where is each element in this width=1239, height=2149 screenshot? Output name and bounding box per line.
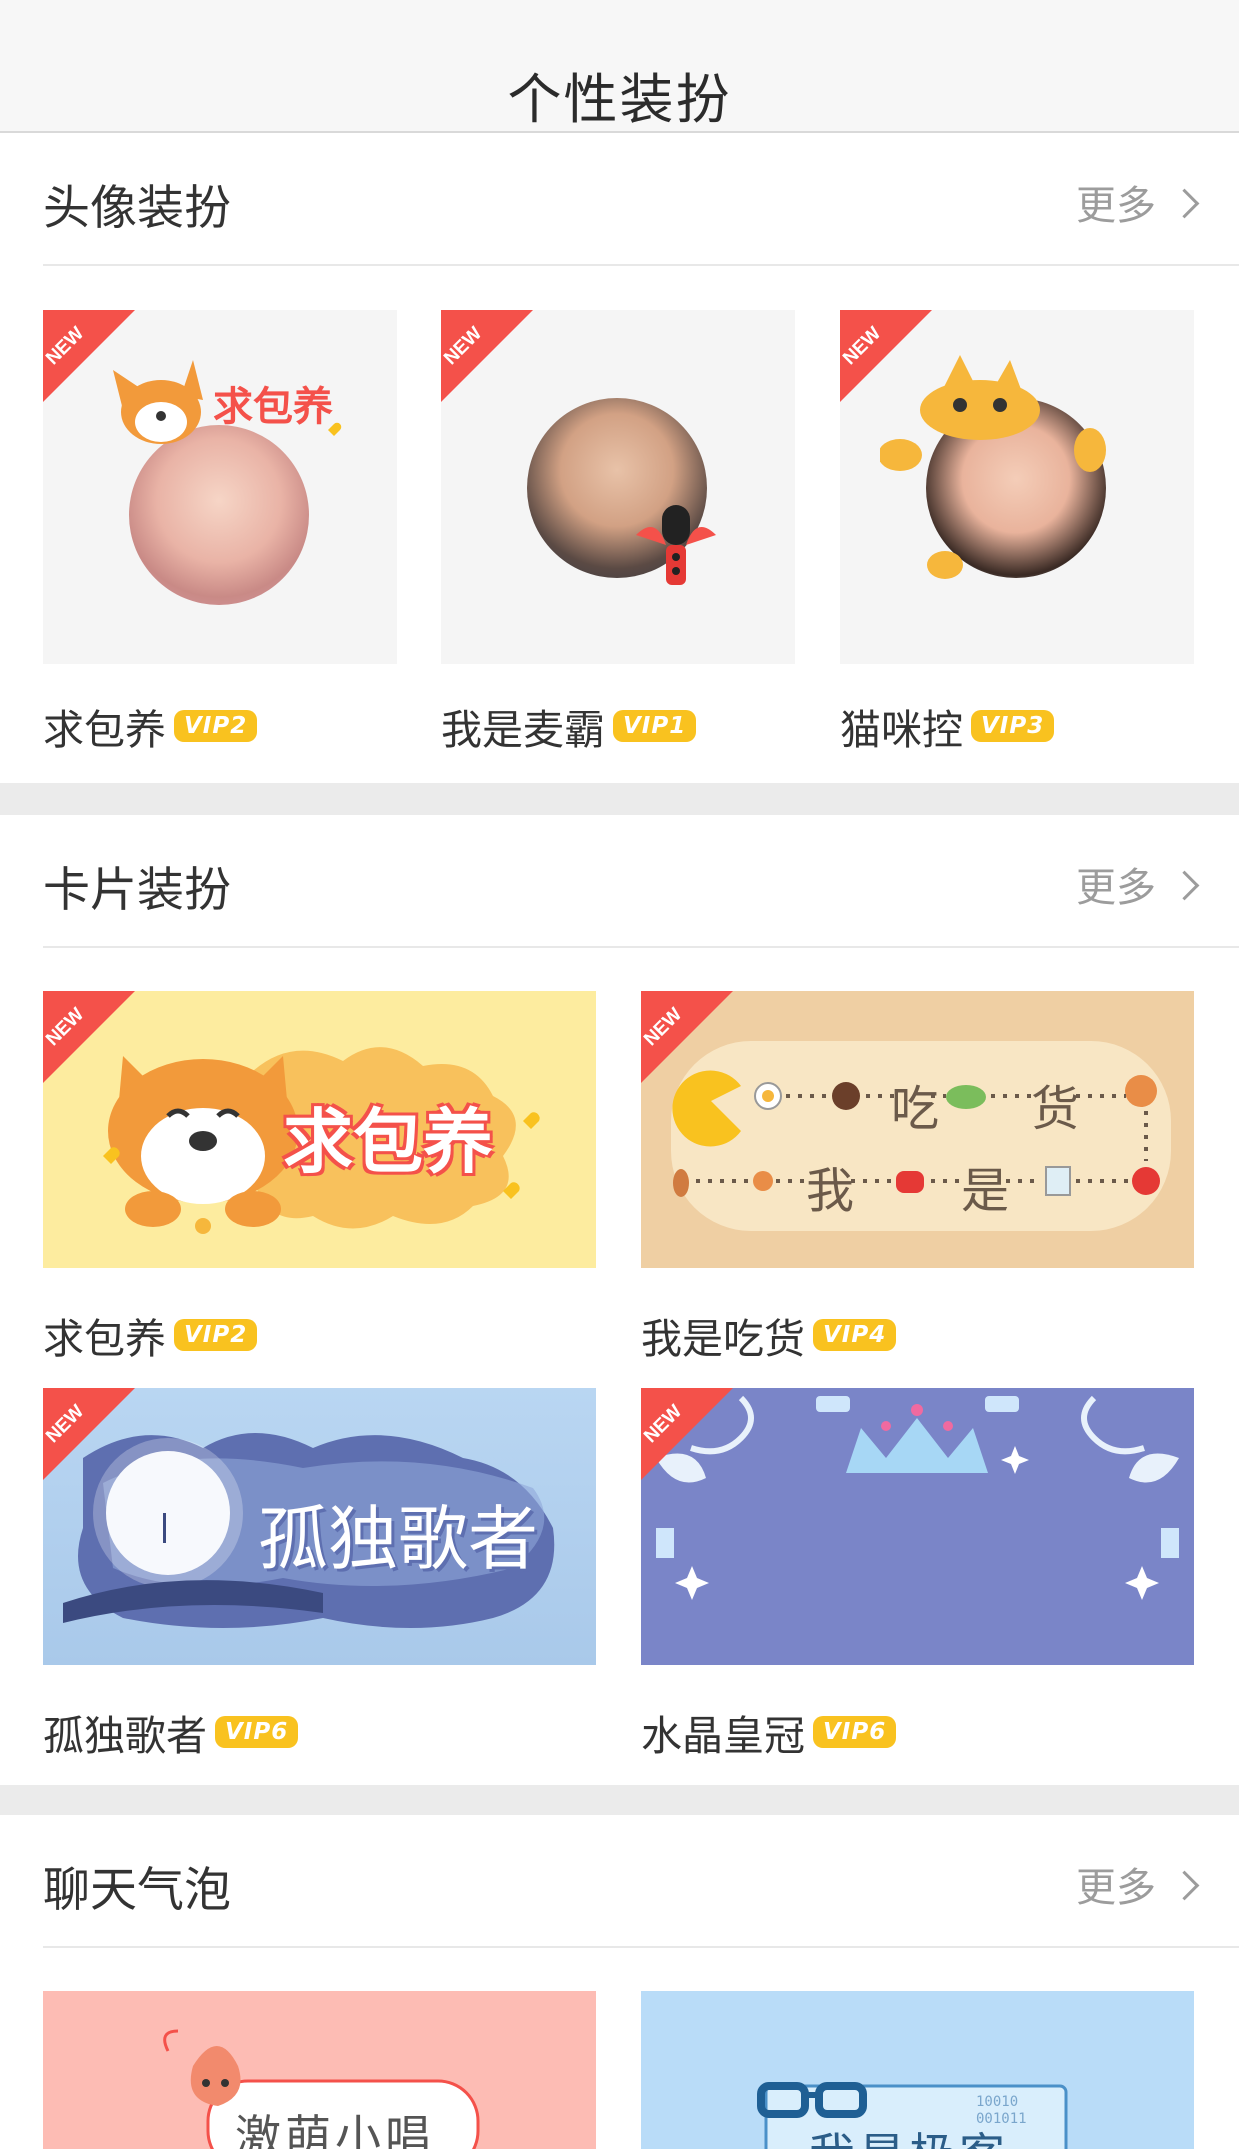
avatar-tile[interactable]: NEW — [441, 310, 795, 664]
bubble-text: 我是极客 — [809, 2119, 1009, 2149]
more-label: 更多 — [1076, 183, 1156, 229]
section-title: 聊天气泡 — [43, 1863, 231, 1918]
banner-word: 货 — [1031, 1081, 1080, 1137]
banner-text: 孤独歌者 — [258, 1498, 538, 1580]
section-header: 聊天气泡 更多 — [43, 1815, 1239, 1948]
chevron-right-icon — [1169, 870, 1200, 900]
avatar-name: 求包养 VIP2 — [43, 696, 258, 756]
chevron-right-icon — [1169, 1870, 1200, 1900]
cat-sticker-icon — [880, 355, 1106, 579]
more-label: 更多 — [1076, 865, 1156, 911]
more-button[interactable]: 更多 — [1076, 855, 1200, 913]
item-name: 求包养 — [43, 1315, 166, 1363]
banner-text: 求包养 — [283, 1100, 493, 1183]
avatar-name: 猫咪控 VIP3 — [840, 696, 1055, 756]
svg-text:10010: 10010 — [976, 2094, 1018, 2110]
vip-badge: VIP6 — [813, 1716, 897, 1748]
banner-word: 我 — [806, 1163, 855, 1219]
section-header: 卡片装扮 更多 — [43, 815, 1239, 948]
item-name: 我是吃货 — [641, 1315, 805, 1363]
banner-word: 吃 — [891, 1081, 940, 1137]
vip-badge: VIP4 — [813, 1319, 897, 1351]
page-title: 个性装扮 — [507, 68, 732, 131]
card-section: 卡片装扮 更多 求包养 NEW 求包养 VIP2 吃 货 我 是 NEW 我是吃… — [0, 815, 1239, 1785]
card-tile[interactable]: 求包养 NEW — [43, 991, 596, 1268]
item-name: 猫咪控 — [840, 706, 963, 754]
new-badge: NEW — [441, 310, 533, 402]
more-button[interactable]: 更多 — [1076, 173, 1200, 231]
nav-bar: 个性装扮 — [0, 0, 1239, 133]
card-name: 水晶皇冠 VIP6 — [641, 1702, 897, 1762]
card-tile[interactable]: 孤独歌者 NEW — [43, 1388, 596, 1665]
card-name: 孤独歌者 VIP6 — [43, 1702, 299, 1762]
chevron-right-icon — [1169, 188, 1200, 218]
sticker-text: 求包养 — [213, 383, 333, 430]
new-badge: NEW — [641, 991, 733, 1083]
microphone-icon — [636, 505, 716, 585]
item-name: 我是麦霸 — [441, 706, 605, 754]
new-badge: NEW — [641, 1388, 733, 1480]
item-name: 水晶皇冠 — [641, 1712, 805, 1760]
vip-badge: VIP2 — [174, 1319, 258, 1351]
vip-badge: VIP1 — [613, 710, 697, 742]
vip-badge: VIP6 — [215, 1716, 299, 1748]
vip-badge: VIP2 — [174, 710, 258, 742]
banner-word: 是 — [961, 1163, 1010, 1219]
card-name: 求包养 VIP2 — [43, 1305, 258, 1365]
avatar-tile[interactable]: NEW 求包养 — [43, 310, 397, 664]
item-name: 求包养 — [43, 706, 166, 754]
chat-bubble-section: 聊天气泡 更多 激萌小唱 10010 001011 我是极客 — [0, 1815, 1239, 2149]
more-label: 更多 — [1076, 1865, 1156, 1911]
section-header: 头像装扮 更多 — [43, 133, 1239, 266]
bubble-tile[interactable]: 激萌小唱 — [43, 1991, 596, 2149]
avatar-name: 我是麦霸 VIP1 — [441, 696, 697, 756]
new-badge: NEW — [43, 1388, 135, 1480]
new-badge: NEW — [43, 991, 135, 1083]
section-title: 卡片装扮 — [43, 863, 231, 918]
item-name: 孤独歌者 — [43, 1712, 207, 1760]
card-tile[interactable]: NEW — [641, 1388, 1194, 1665]
card-name: 我是吃货 VIP4 — [641, 1305, 897, 1365]
bubble-tile[interactable]: 10010 001011 我是极客 — [641, 1991, 1194, 2149]
corgi-sticker-icon: 求包养 — [113, 360, 342, 444]
section-title: 头像装扮 — [43, 181, 231, 236]
vip-badge: VIP3 — [971, 710, 1055, 742]
avatar-section: 头像装扮 更多 NEW 求包养 求包养 VIP2 NEW 我是麦霸 VIP1 N… — [0, 133, 1239, 783]
more-button[interactable]: 更多 — [1076, 1855, 1200, 1913]
avatar-tile[interactable]: NEW — [840, 310, 1194, 664]
card-tile[interactable]: 吃 货 我 是 NEW — [641, 991, 1194, 1268]
bubble-text: 激萌小唱 — [235, 2110, 435, 2149]
